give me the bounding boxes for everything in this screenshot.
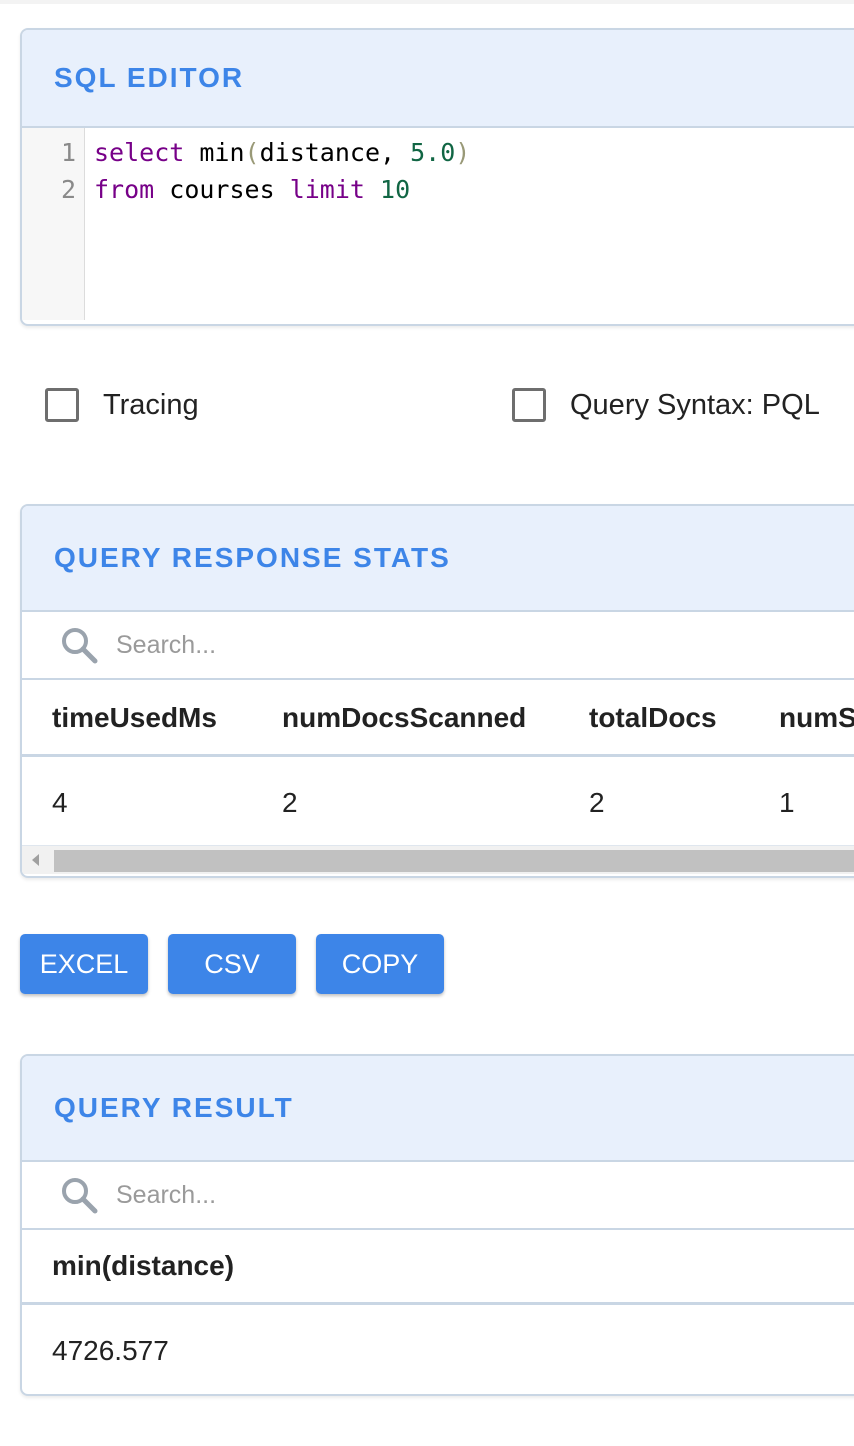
stats-search-bar bbox=[22, 612, 854, 680]
code-keyword: from bbox=[94, 175, 155, 204]
search-icon bbox=[62, 1178, 98, 1214]
code-line-2[interactable]: from courses limit 10 bbox=[94, 175, 410, 204]
stats-search-input[interactable] bbox=[114, 626, 418, 664]
scroll-left-arrow-icon[interactable] bbox=[32, 854, 39, 866]
tracing-option[interactable]: Tracing bbox=[45, 388, 199, 422]
line-number: 1 bbox=[60, 138, 76, 167]
query-syntax-option[interactable]: Query Syntax: PQL bbox=[512, 388, 820, 422]
column-header[interactable]: totalDocs bbox=[589, 702, 717, 734]
column-header[interactable]: numDocsScanned bbox=[282, 702, 526, 734]
code-paren: ) bbox=[455, 138, 471, 167]
line-number-gutter: 1 2 bbox=[22, 128, 85, 320]
table-cell: 2 bbox=[589, 787, 605, 818]
sql-editor-panel: SQL EDITOR 1 2 select min(distance, 5.0)… bbox=[20, 28, 854, 326]
code-paren: ( bbox=[244, 138, 260, 167]
code-editor[interactable]: 1 2 select min(distance, 5.0) from cours… bbox=[22, 128, 854, 320]
query-result-panel: QUERY RESULT min(distance) 4726.577 bbox=[20, 1054, 854, 1396]
stats-table-header: timeUsedMs numDocsScanned totalDocs numS bbox=[22, 680, 854, 757]
table-cell: 1 bbox=[779, 787, 795, 818]
code-identifier: courses bbox=[169, 175, 275, 204]
query-response-stats-panel: QUERY RESPONSE STATS timeUsedMs numDocsS… bbox=[20, 504, 854, 878]
code-number: 5.0 bbox=[410, 138, 456, 167]
code-keyword: limit bbox=[289, 175, 365, 204]
code-keyword: select bbox=[94, 138, 185, 167]
result-search-bar bbox=[22, 1162, 854, 1230]
table-row: 4726.577 bbox=[22, 1305, 854, 1393]
table-row: 4 2 2 1 bbox=[22, 757, 854, 846]
search-icon bbox=[62, 628, 98, 664]
column-header[interactable]: timeUsedMs bbox=[52, 702, 217, 734]
code-identifier: distance, bbox=[259, 138, 411, 167]
line-number: 2 bbox=[60, 175, 76, 204]
csv-button[interactable]: CSV bbox=[168, 934, 296, 994]
copy-button[interactable]: COPY bbox=[316, 934, 444, 994]
query-syntax-checkbox[interactable] bbox=[512, 388, 546, 422]
horizontal-scrollbar[interactable] bbox=[22, 846, 854, 874]
stats-title: QUERY RESPONSE STATS bbox=[22, 506, 854, 612]
excel-button[interactable]: EXCEL bbox=[20, 934, 148, 994]
table-cell: 4 bbox=[52, 787, 68, 818]
column-header[interactable]: numS bbox=[779, 702, 854, 734]
query-syntax-label: Query Syntax: PQL bbox=[570, 388, 820, 421]
tracing-checkbox[interactable] bbox=[45, 388, 79, 422]
table-cell: 4726.577 bbox=[52, 1335, 169, 1366]
code-function: min bbox=[199, 138, 245, 167]
tracing-label: Tracing bbox=[103, 388, 199, 421]
scrollbar-thumb[interactable] bbox=[54, 850, 854, 872]
sql-editor-title: SQL EDITOR bbox=[22, 30, 854, 128]
code-line-1[interactable]: select min(distance, 5.0) bbox=[94, 138, 470, 167]
result-title: QUERY RESULT bbox=[22, 1056, 854, 1162]
code-number: 10 bbox=[380, 175, 411, 204]
table-cell: 2 bbox=[282, 787, 298, 818]
result-table-header: min(distance) bbox=[22, 1230, 854, 1305]
result-search-input[interactable] bbox=[114, 1176, 418, 1214]
top-divider bbox=[0, 0, 854, 4]
column-header[interactable]: min(distance) bbox=[52, 1250, 234, 1282]
